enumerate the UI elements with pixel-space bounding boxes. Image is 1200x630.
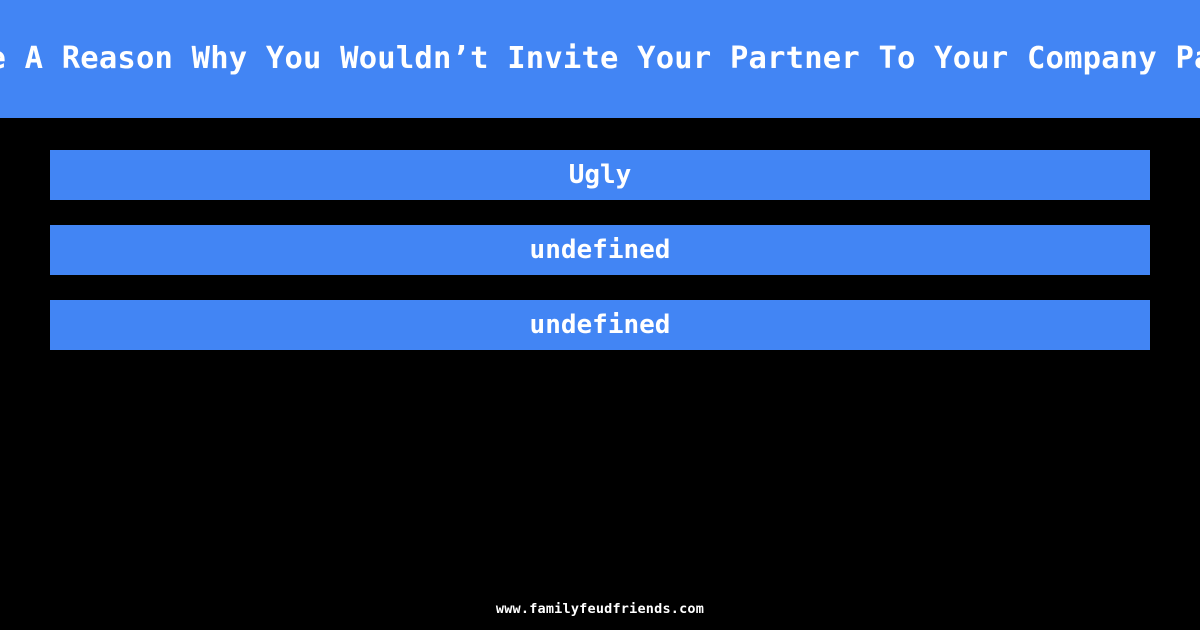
answer-bar[interactable]: undefined — [50, 225, 1150, 275]
answers-list: Ugly undefined undefined — [50, 150, 1150, 350]
answer-label: undefined — [529, 310, 671, 340]
footer: www.familyfeudfriends.com — [0, 598, 1200, 617]
answer-bar[interactable]: undefined — [50, 300, 1150, 350]
answer-label: Ugly — [568, 160, 632, 190]
question-header-band: Name A Reason Why You Wouldn’t Invite Yo… — [0, 0, 1200, 118]
question-title: Name A Reason Why You Wouldn’t Invite Yo… — [0, 40, 1200, 76]
answer-label: undefined — [529, 235, 671, 265]
footer-site-url: www.familyfeudfriends.com — [495, 601, 705, 617]
answer-bar[interactable]: Ugly — [50, 150, 1150, 200]
family-feud-answer-card: { "header": { "question": "Name A Reason… — [0, 0, 1200, 630]
